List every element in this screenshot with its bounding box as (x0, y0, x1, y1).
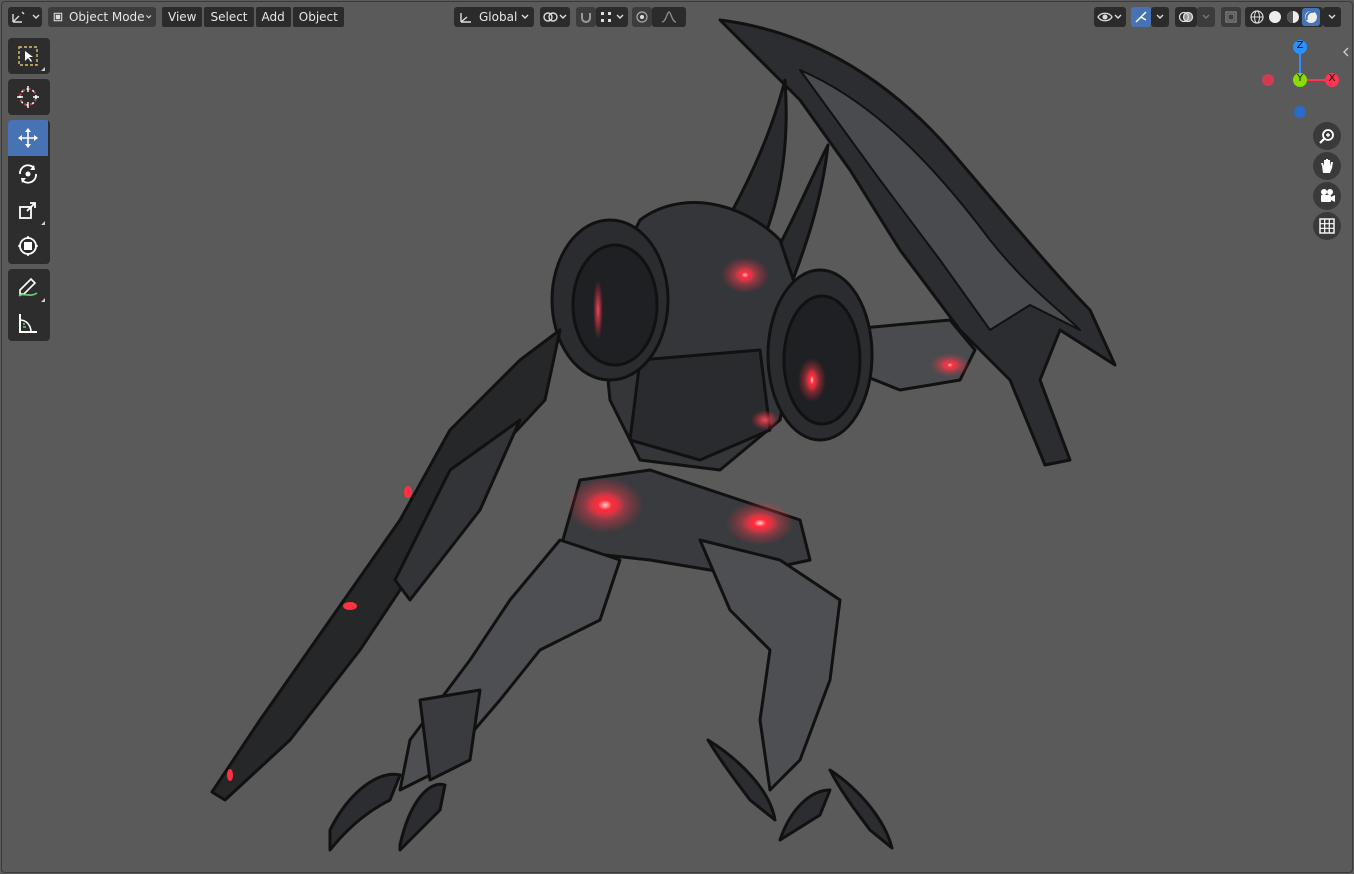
wireframe-shading-icon[interactable] (1248, 9, 1266, 25)
transform-orientation-dropdown[interactable]: Global (454, 7, 534, 27)
visibility-dropdown[interactable] (1094, 7, 1126, 27)
rendered-shading-button[interactable] (1302, 8, 1320, 26)
tool-group-cursor (8, 79, 50, 115)
snap-grid-icon (600, 12, 611, 22)
overlays-icon (1178, 11, 1194, 23)
magnet-icon (581, 13, 591, 23)
camera-view-button[interactable] (1313, 182, 1341, 210)
menu-add[interactable]: Add (255, 7, 291, 27)
axis-x-label: X (1328, 73, 1336, 84)
tool-group-transform (8, 120, 50, 264)
shading-mode-group (1245, 7, 1323, 27)
grid-icon (1319, 218, 1335, 234)
chevron-down-icon (616, 14, 623, 19)
material-preview-icon[interactable] (1284, 9, 1302, 25)
mode-dropdown[interactable]: Object Mode (48, 7, 156, 27)
tool-shelf (8, 38, 50, 346)
perspective-toggle-button[interactable] (1313, 212, 1341, 240)
tool-annotate[interactable] (8, 269, 48, 305)
proportional-edit-icon (636, 11, 648, 23)
gizmo-dropdown[interactable] (1151, 7, 1169, 27)
orientation-icon (460, 13, 471, 23)
3d-viewport[interactable]: Object Mode View Select Add Object Globa… (0, 0, 1354, 874)
robot-model[interactable] (0, 0, 1354, 874)
eye-icon (1097, 12, 1113, 22)
falloff-curve-icon (661, 11, 677, 23)
chevron-down-icon (559, 14, 567, 19)
axis-y-label: Y (1296, 73, 1304, 84)
menu-object[interactable]: Object (292, 7, 344, 27)
xray-icon (1225, 11, 1237, 23)
cursor-icon (17, 86, 39, 108)
viewport-header: Object Mode View Select Add Object Globa… (0, 0, 1354, 34)
object-mode-icon (53, 12, 63, 22)
overlays-toggle[interactable] (1175, 7, 1197, 27)
tool-cursor[interactable] (8, 79, 48, 115)
snap-target-dropdown[interactable] (596, 7, 628, 27)
axis-neg-x-dot (1262, 74, 1274, 86)
shading-dropdown[interactable] (1323, 7, 1341, 27)
axes-icon (11, 11, 24, 23)
tool-select-box[interactable] (8, 38, 48, 74)
solid-shading-icon[interactable] (1266, 9, 1284, 25)
scale-icon (19, 202, 36, 219)
sword (210, 328, 562, 802)
axis-z-label: Z (1296, 40, 1304, 51)
proportional-editing-toggle[interactable] (632, 7, 652, 27)
tool-scale[interactable] (8, 192, 48, 228)
xray-toggle[interactable] (1221, 7, 1241, 27)
snap-toggle[interactable] (576, 7, 596, 27)
overlays-dropdown[interactable] (1197, 7, 1215, 27)
rendered-shading-icon (1305, 10, 1317, 23)
editor-type-button[interactable] (8, 7, 42, 27)
rotate-icon (19, 164, 37, 184)
select-box-icon (18, 46, 38, 66)
chevron-down-icon (1114, 14, 1122, 19)
tool-move[interactable] (8, 120, 48, 156)
falloff-dropdown[interactable] (652, 7, 686, 27)
menu-view[interactable]: View (162, 7, 203, 27)
measure-icon (19, 314, 37, 333)
gizmo-icon (1135, 11, 1147, 23)
menu-select[interactable]: Select (204, 7, 254, 27)
hand-icon (1321, 159, 1333, 173)
camera-icon (1321, 189, 1335, 202)
chevron-down-icon (1156, 14, 1164, 19)
chevron-down-icon (1202, 14, 1210, 19)
axis-neg-z-dot (1294, 106, 1306, 118)
tool-rotate[interactable] (8, 156, 48, 192)
annotate-pencil-icon (18, 277, 38, 297)
chevron-down-icon (145, 15, 151, 19)
chevron-down-icon (521, 14, 529, 19)
mode-label: Object Mode (68, 10, 145, 24)
chevron-down-icon (1328, 14, 1336, 19)
header-menus: View Select Add Object (162, 7, 346, 27)
zoom-icon (1319, 129, 1334, 144)
move-icon (18, 128, 38, 148)
tool-group-annotate (8, 269, 50, 341)
chevron-down-icon (32, 14, 39, 19)
orientation-label: Global (479, 10, 518, 24)
pivot-point-dropdown[interactable] (540, 7, 570, 27)
pivot-icon (543, 12, 558, 22)
gizmo-toggle[interactable] (1131, 7, 1151, 27)
navigation-gizmo[interactable]: Z X Y (1255, 36, 1345, 126)
transform-icon (18, 236, 38, 256)
tool-transform[interactable] (8, 228, 48, 264)
tool-measure[interactable] (8, 305, 48, 341)
zoom-button[interactable] (1313, 122, 1341, 150)
tool-group-select (8, 38, 50, 74)
pan-button[interactable] (1313, 152, 1341, 180)
left-foot-claws (328, 772, 402, 852)
